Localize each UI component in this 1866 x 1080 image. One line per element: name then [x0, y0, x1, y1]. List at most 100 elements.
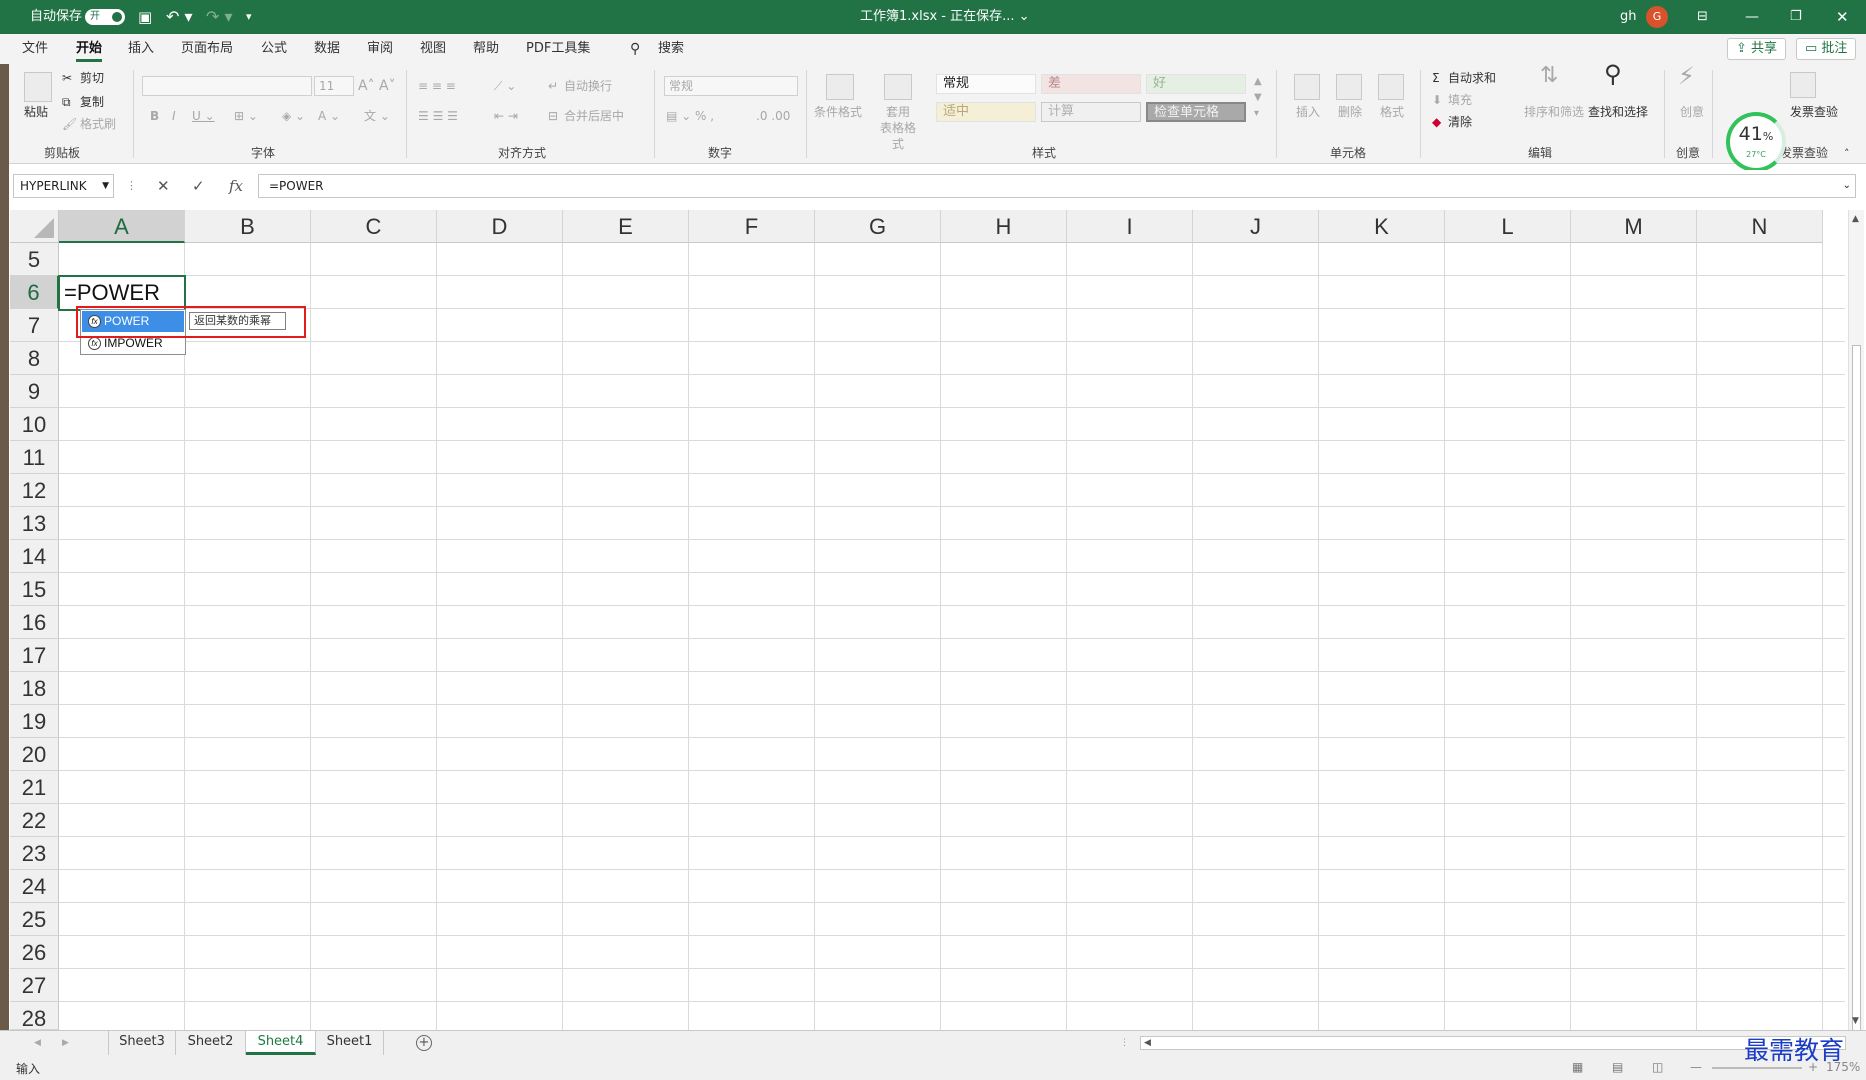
delete-cells-icon[interactable] [1336, 74, 1362, 100]
row-header-16[interactable]: 16 [10, 606, 59, 639]
borders-icon[interactable]: ⊞ ⌄ [234, 108, 258, 124]
next-sheet-icon[interactable]: ▶ [62, 1038, 69, 1048]
row-header-18[interactable]: 18 [10, 672, 59, 705]
bold-icon[interactable]: B [150, 108, 159, 124]
row-header-15[interactable]: 15 [10, 573, 59, 606]
column-header-c[interactable]: C [311, 210, 437, 243]
tab-split-handle[interactable]: ⋮ [1120, 1038, 1129, 1048]
column-header-l[interactable]: L [1445, 210, 1571, 243]
italic-icon[interactable]: I [172, 108, 176, 124]
scroll-left-icon[interactable]: ◀ [1144, 1038, 1151, 1048]
horizontal-scrollbar[interactable]: ◀ [1140, 1036, 1846, 1050]
column-header-h[interactable]: H [941, 210, 1067, 243]
table-format-icon[interactable] [884, 74, 912, 100]
column-header-i[interactable]: I [1067, 210, 1193, 243]
select-all-corner[interactable] [10, 210, 59, 243]
column-header-j[interactable]: J [1193, 210, 1319, 243]
tab-pdf-tools[interactable]: PDF工具集 [526, 34, 590, 64]
paste-label[interactable]: 粘贴 [24, 104, 48, 120]
fill-label[interactable]: 填充 [1448, 92, 1472, 108]
column-header-b[interactable]: B [185, 210, 311, 243]
column-header-g[interactable]: G [815, 210, 941, 243]
autosum-label[interactable]: 自动求和 [1448, 70, 1496, 86]
customize-qat-icon[interactable]: ▾ [246, 0, 252, 34]
collapse-ribbon-icon[interactable]: ˄ [1844, 146, 1850, 162]
indent-icon[interactable]: ⇤ ⇥ [494, 108, 518, 124]
creative-icon[interactable]: ⚡ [1678, 64, 1695, 88]
row-header-8[interactable]: 8 [10, 342, 59, 375]
fill-icon[interactable]: ⬇ [1432, 92, 1442, 108]
row-header-9[interactable]: 9 [10, 375, 59, 408]
row-header-24[interactable]: 24 [10, 870, 59, 903]
clear-label[interactable]: 清除 [1448, 114, 1472, 130]
copy-icon[interactable]: ⧉ [62, 94, 71, 110]
expand-formula-icon[interactable]: ⌄ [1843, 175, 1851, 197]
redo-icon[interactable]: ↷ ▾ [206, 0, 233, 34]
search-icon[interactable]: ⚲ [630, 34, 640, 64]
sort-filter-icon[interactable]: ⇅ [1540, 65, 1558, 87]
performance-gauge[interactable]: 41% 27°C [1726, 112, 1786, 172]
row-header-7[interactable]: 7 [10, 309, 59, 342]
name-box-dropdown-icon[interactable]: ▼ [102, 175, 109, 197]
zoom-out-icon[interactable]: — [1690, 1060, 1702, 1074]
orientation-icon[interactable]: ⟋ ⌄ [494, 78, 516, 94]
find-icon[interactable]: ⚲ [1604, 62, 1622, 86]
row-header-21[interactable]: 21 [10, 771, 59, 804]
invoice-check-icon[interactable] [1790, 72, 1816, 98]
undo-icon[interactable]: ↶ ▾ [166, 0, 193, 34]
row-header-25[interactable]: 25 [10, 903, 59, 936]
save-icon[interactable]: ▣ [138, 0, 152, 34]
style-good[interactable]: 好 [1146, 74, 1246, 94]
insert-cells-label[interactable]: 插入 [1296, 104, 1320, 120]
row-header-20[interactable]: 20 [10, 738, 59, 771]
search-label[interactable]: 搜索 [658, 34, 684, 64]
font-name-dropdown[interactable] [142, 76, 312, 96]
tab-view[interactable]: 视图 [420, 34, 446, 64]
decimal-icon[interactable]: .0 .00 [756, 108, 790, 124]
column-header-k[interactable]: K [1319, 210, 1445, 243]
comments-button[interactable]: ▭ 批注 [1796, 38, 1857, 60]
table-format-label[interactable]: 套用 表格格式 [876, 104, 920, 152]
format-painter-icon[interactable]: 🖌 [62, 116, 77, 132]
row-header-14[interactable]: 14 [10, 540, 59, 573]
format-cells-icon[interactable] [1378, 74, 1404, 100]
cut-label[interactable]: 剪切 [80, 70, 104, 86]
vertical-scrollbar[interactable]: ▲ ▼ [1848, 210, 1864, 1035]
normal-view-icon[interactable]: ▦ [1572, 1060, 1583, 1074]
wrap-text-icon[interactable]: ↵ [548, 78, 558, 94]
font-color-icon[interactable]: A ⌄ [318, 108, 340, 124]
column-header-f[interactable]: F [689, 210, 815, 243]
tab-insert[interactable]: 插入 [128, 34, 154, 64]
tab-help[interactable]: 帮助 [473, 34, 499, 64]
restore-icon[interactable]: ❐ [1790, 0, 1802, 34]
row-header-27[interactable]: 27 [10, 969, 59, 1002]
row-header-13[interactable]: 13 [10, 507, 59, 540]
column-header-m[interactable]: M [1571, 210, 1697, 243]
page-layout-view-icon[interactable]: ▤ [1612, 1060, 1623, 1074]
accounting-icon[interactable]: ▤ ⌄ % , [666, 108, 714, 124]
page-break-view-icon[interactable]: ◫ [1652, 1060, 1663, 1074]
column-header-d[interactable]: D [437, 210, 563, 243]
add-sheet-icon[interactable]: + [416, 1035, 432, 1051]
cancel-icon[interactable]: ✕ [157, 174, 170, 198]
column-header-n[interactable]: N [1697, 210, 1823, 243]
column-header-e[interactable]: E [563, 210, 689, 243]
delete-cells-label[interactable]: 删除 [1338, 104, 1362, 120]
zoom-slider[interactable] [1712, 1067, 1802, 1069]
merge-icon[interactable]: ⊟ [548, 108, 558, 124]
row-header-19[interactable]: 19 [10, 705, 59, 738]
tab-file[interactable]: 文件 [22, 34, 48, 64]
autosum-icon[interactable]: Σ [1432, 70, 1440, 86]
row-header-22[interactable]: 22 [10, 804, 59, 837]
clear-icon[interactable]: ◆ [1432, 114, 1441, 130]
autosave-toggle[interactable]: 开 [85, 9, 125, 25]
grow-font-icon[interactable]: A˄ A˅ [358, 78, 396, 94]
scroll-up-icon[interactable]: ▲ [1852, 214, 1859, 224]
row-header-28[interactable]: 28 [10, 1002, 59, 1031]
cell-area[interactable] [59, 243, 1845, 1030]
row-header-6[interactable]: 6 [10, 276, 59, 309]
styles-scroll-icon[interactable]: ▲ ▼ ▾ [1254, 74, 1262, 122]
sheet-tab-sheet3[interactable]: Sheet3 [108, 1031, 176, 1055]
tab-home[interactable]: 开始 [76, 34, 103, 64]
sheet-tab-sheet4[interactable]: Sheet4 [246, 1031, 316, 1055]
